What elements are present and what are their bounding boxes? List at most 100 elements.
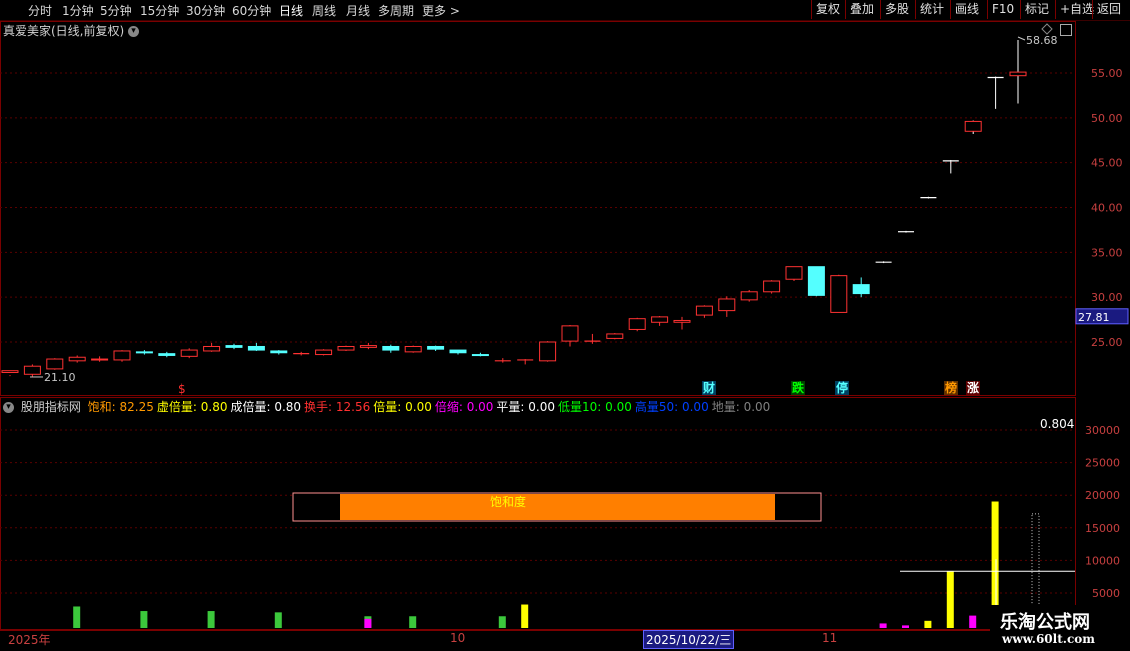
candle (471, 352, 489, 357)
candle-body (964, 120, 982, 132)
y-tick-label: 25.00 (1091, 336, 1123, 349)
candle (113, 350, 131, 362)
candle (651, 315, 669, 326)
toolbar-button-1[interactable]: 叠加 (845, 0, 878, 19)
period-tab-2[interactable]: 5分钟 (100, 2, 132, 19)
candle-body (68, 356, 86, 362)
dollar-marker: $ (178, 382, 186, 396)
volume-bar (364, 618, 372, 628)
candle (382, 344, 400, 353)
saturation-fill (340, 494, 775, 520)
date-year: 2025年 (8, 633, 51, 647)
period-tab-5[interactable]: 60分钟 (232, 2, 271, 19)
toolbar-button-6[interactable]: 标记 (1020, 0, 1053, 19)
candle-body (471, 354, 489, 357)
period-tab-9[interactable]: 多周期 (378, 2, 414, 19)
candle-body (718, 298, 736, 312)
event-marker: 跌 (792, 380, 805, 395)
volume-bar (73, 606, 81, 628)
candle-body (404, 345, 422, 353)
candle (91, 356, 109, 362)
volume-bar (498, 616, 506, 628)
candle (203, 342, 221, 352)
candle (225, 343, 243, 350)
saturation-label: 饱和度 (490, 495, 527, 509)
candle (830, 274, 848, 313)
candle (315, 349, 333, 356)
volume-tick-label: 10000 (1085, 554, 1120, 567)
candle-body (449, 349, 467, 354)
event-marker: 榜 (945, 380, 957, 395)
period-tab-8[interactable]: 月线 (346, 2, 370, 19)
volume-bar (140, 611, 148, 628)
period-tab-1[interactable]: 1分钟 (62, 2, 94, 19)
candle (606, 333, 624, 340)
candle-body (23, 365, 41, 375)
candle (987, 76, 1004, 109)
period-tab-7[interactable]: 周线 (312, 2, 336, 19)
toolbar-button-3[interactable]: 统计 (915, 0, 948, 19)
candle (1, 370, 19, 377)
current-price-label: 27.81 (1078, 311, 1110, 324)
y-tick-label: 55.00 (1091, 67, 1123, 80)
date-axis (0, 630, 1130, 651)
period-tab-6[interactable]: 日线 (279, 2, 303, 19)
volume-bar (902, 625, 909, 628)
toolbar-button-5[interactable]: F10 (987, 0, 1018, 19)
candle (898, 230, 914, 233)
toolbar-button-8[interactable]: 返回 (1092, 0, 1125, 19)
toolbar-button-2[interactable]: 多股 (880, 0, 913, 19)
candle (46, 358, 64, 370)
event-marker: 财 (702, 380, 715, 395)
candle (852, 277, 870, 298)
period-tab-4[interactable]: 30分钟 (186, 2, 225, 19)
candle-body (807, 266, 825, 296)
watermark-title: 乐淘公式网 (1000, 612, 1090, 633)
candle-body (359, 345, 377, 348)
candle (763, 280, 781, 294)
indicator-chart[interactable]: 30000 25000 20000 15000 10000 5000 (0, 397, 1130, 630)
volume-bar (409, 616, 417, 628)
candle-body (628, 318, 646, 330)
y-tick-label: 35.00 (1091, 246, 1123, 259)
candle (427, 345, 445, 351)
candle-body (785, 266, 803, 280)
candle-body (695, 305, 713, 316)
price-chart[interactable]: 55.00 50.00 45.00 40.00 35.00 30.00 25.00 58.68… (0, 21, 1130, 397)
low-label: 21.10 (44, 371, 76, 384)
watermark: 乐淘公式网 www.60lt.com (990, 605, 1130, 650)
candle-body (606, 333, 624, 339)
period-tab-10[interactable]: 更多 > (422, 2, 460, 19)
volume-bar (946, 571, 954, 628)
candle-body (382, 345, 400, 351)
candle (875, 261, 892, 264)
cursor-date: 2025/10/22/三 (643, 630, 735, 649)
candle-body (740, 291, 758, 301)
toolbar-button-0[interactable]: 复权 (811, 0, 844, 19)
period-tab-0[interactable]: 分时 (28, 2, 52, 19)
candle (740, 289, 758, 302)
date-month-10: 10 (450, 631, 466, 645)
candle-body (561, 325, 579, 342)
candle (807, 266, 825, 297)
date-month-11: 11 (822, 631, 838, 645)
volume-bar (521, 604, 529, 628)
candle (920, 196, 937, 199)
watermark-url: www.60lt.com (1002, 632, 1095, 646)
volume-tick-label: 5000 (1092, 587, 1120, 600)
volume-tick-label: 30000 (1085, 424, 1120, 437)
candle-body (91, 358, 109, 361)
candle (158, 351, 176, 358)
candle (180, 348, 198, 359)
candle (270, 350, 288, 355)
candle (964, 120, 982, 134)
candle-body (203, 345, 221, 352)
candle-body (158, 353, 176, 356)
volume-bar (207, 611, 215, 628)
toolbar-button-4[interactable]: 画线 (950, 0, 983, 19)
period-tab-3[interactable]: 15分钟 (140, 2, 179, 19)
high-pointer (1017, 36, 1026, 41)
candle (135, 350, 153, 355)
candle (494, 358, 511, 363)
candle-body (539, 341, 557, 362)
